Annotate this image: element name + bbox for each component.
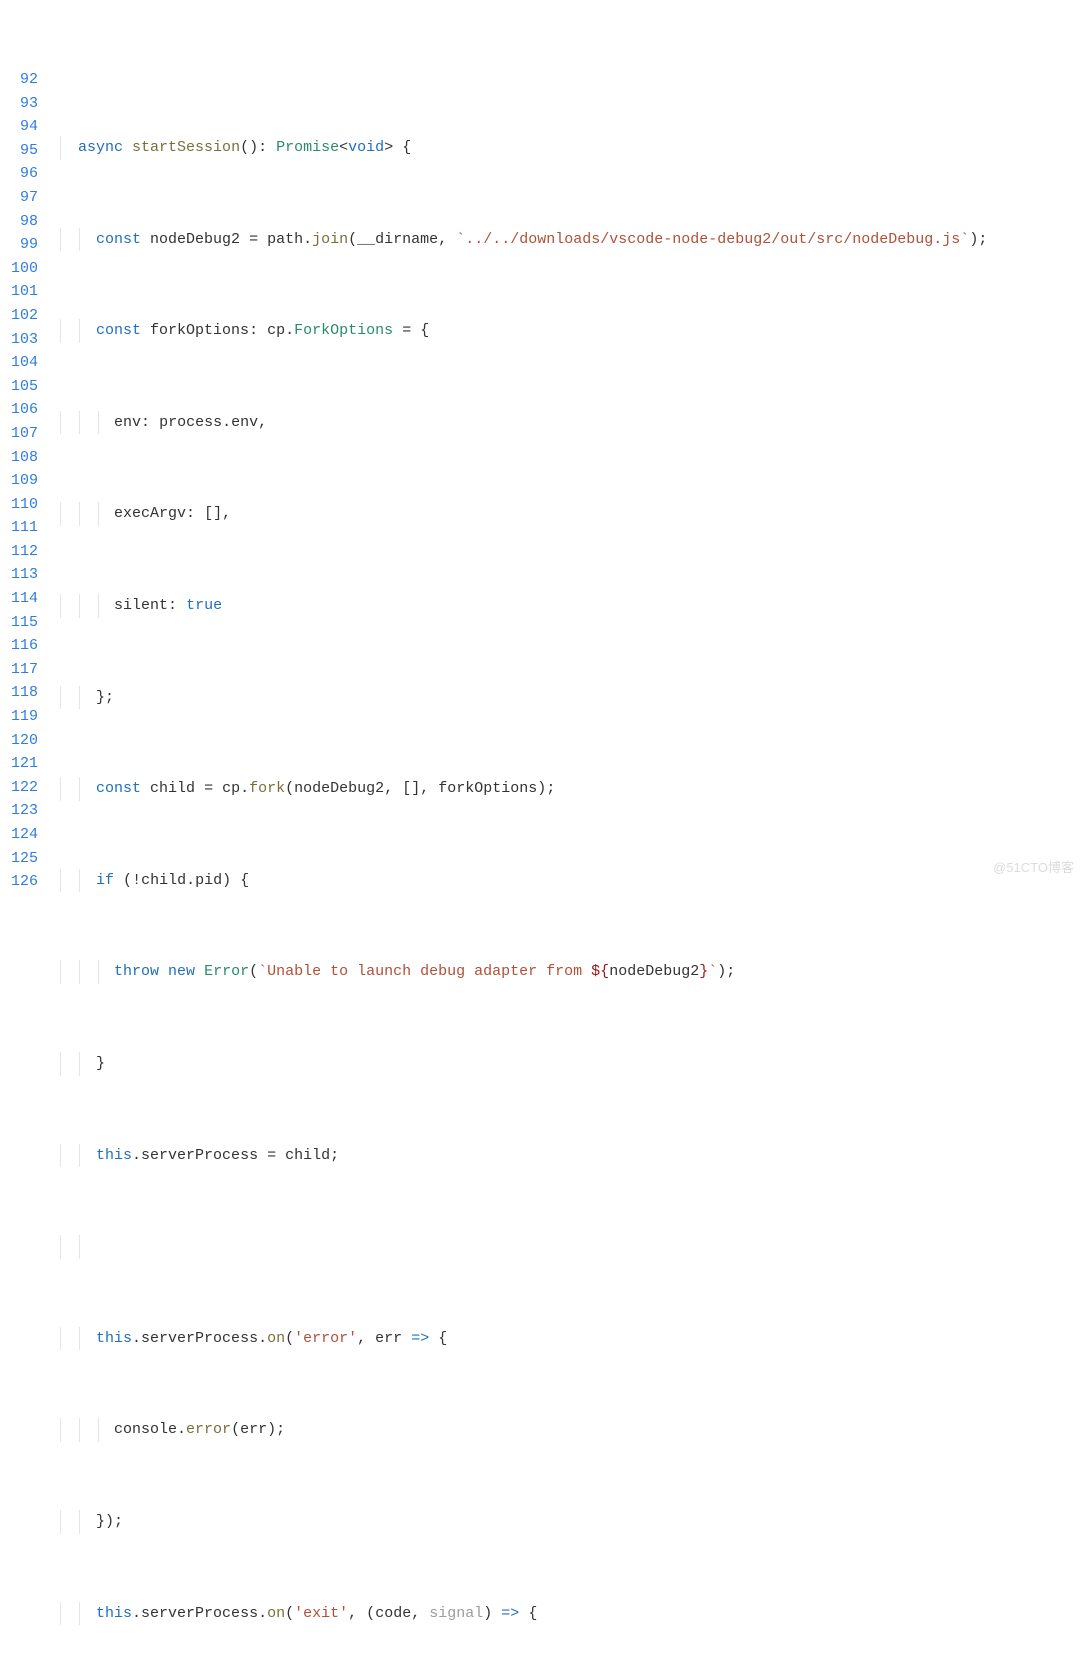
line-number-gutter: 9293949596979899100101102103104105106107… <box>0 68 48 896</box>
code-line[interactable]: console.error(err); <box>48 1418 1080 1442</box>
code-line[interactable] <box>48 1235 1080 1259</box>
code-line[interactable]: async startSession(): Promise<void> { <box>48 136 1080 160</box>
code-line[interactable]: const nodeDebug2 = path.join(__dirname, … <box>48 228 1080 252</box>
code-line[interactable]: }; <box>48 686 1080 710</box>
code-editor[interactable]: 9293949596979899100101102103104105106107… <box>0 68 1080 896</box>
code-area[interactable]: async startSession(): Promise<void> { co… <box>48 68 1080 896</box>
watermark: @51CTO博客 <box>993 857 1074 876</box>
code-line[interactable]: const child = cp.fork(nodeDebug2, [], fo… <box>48 777 1080 801</box>
code-line[interactable]: } <box>48 1052 1080 1076</box>
code-line[interactable]: execArgv: [], <box>48 502 1080 526</box>
code-line[interactable]: silent: true <box>48 594 1080 618</box>
code-line[interactable]: const forkOptions: cp.ForkOptions = { <box>48 319 1080 343</box>
code-line[interactable]: if (!child.pid) { <box>48 869 1080 893</box>
code-line[interactable]: this.serverProcess.on('error', err => { <box>48 1327 1080 1351</box>
code-line[interactable]: this.serverProcess.on('exit', (code, sig… <box>48 1602 1080 1626</box>
code-line[interactable]: }); <box>48 1510 1080 1534</box>
code-line[interactable]: env: process.env, <box>48 411 1080 435</box>
code-line[interactable]: this.serverProcess = child; <box>48 1144 1080 1168</box>
code-line[interactable]: throw new Error(`Unable to launch debug … <box>48 960 1080 984</box>
